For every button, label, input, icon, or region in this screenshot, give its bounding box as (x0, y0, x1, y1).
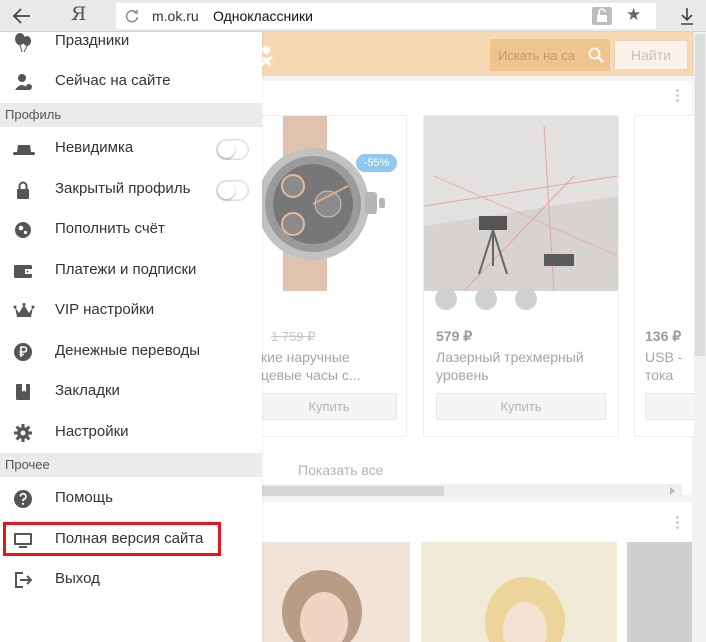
search-icon[interactable] (588, 47, 604, 63)
laser-level-image[interactable] (424, 116, 618, 291)
lock-icon[interactable] (592, 7, 612, 25)
ok-header: Искать на са Найти (262, 32, 706, 76)
reload-icon[interactable] (124, 8, 140, 24)
address-bar[interactable]: m.ok.ru Одноклассники ★ (116, 3, 656, 29)
more-options-icon[interactable] (676, 89, 680, 103)
menu-item-vip[interactable]: VIP настройки (0, 291, 262, 331)
section-header-profile: Профиль (0, 103, 262, 127)
menu-item-label: Пополнить счёт (55, 220, 165, 237)
menu-item-money-transfers[interactable]: Денежные переводы (0, 332, 262, 372)
yandex-logo[interactable]: Я (71, 3, 86, 25)
gear-icon (13, 423, 33, 443)
menu-item-label: Закрытый профиль (55, 180, 191, 197)
product-name-line2[interactable]: тока (645, 366, 673, 384)
menu-item-label: Праздники (55, 32, 130, 49)
menu-item-bookmarks[interactable]: Закладки (0, 372, 262, 412)
carousel-dot[interactable] (475, 288, 497, 310)
private-profile-toggle[interactable] (216, 180, 249, 201)
wallet-icon (13, 261, 33, 281)
products-panel: -55% ₽ 1 759 ₽ кие наручные цевые часы с… (262, 81, 705, 496)
menu-item-holidays[interactable]: Праздники (0, 32, 262, 62)
menu-item-label: Сейчас на сайте (55, 72, 171, 89)
coin-icon (13, 220, 33, 240)
bookmark-star-icon[interactable]: ★ (626, 5, 641, 25)
menu-item-label: VIP настройки (55, 301, 155, 318)
photo-thumbnail[interactable] (262, 542, 410, 642)
browser-toolbar: Я m.ok.ru Одноклассники ★ (0, 0, 706, 32)
product-price: 579 ₽ (436, 328, 473, 344)
show-all-link[interactable]: Показать все (262, 460, 692, 490)
side-menu: Праздники Сейчас на сайте Профиль Невиди… (0, 32, 262, 642)
back-arrow-icon[interactable] (8, 4, 36, 28)
crown-icon (13, 301, 35, 321)
menu-item-logout[interactable]: Выход (0, 560, 262, 600)
ok-logo-icon[interactable] (262, 44, 278, 66)
product-name-line2[interactable]: цевые часы с... (262, 366, 361, 384)
product-name-line2[interactable]: уровень (436, 366, 489, 384)
photo-thumbnail[interactable] (421, 542, 617, 642)
product-card[interactable]: 579 ₽ Лазерный трехмерный уровень Купить (423, 115, 619, 437)
menu-item-label: Невидимка (55, 139, 134, 156)
search-input[interactable]: Искать на са (490, 39, 610, 71)
product-name-line1[interactable]: Лазерный трехмерный (436, 348, 584, 366)
product-name-line1[interactable]: кие наручные (262, 348, 350, 366)
ruble-icon (13, 342, 33, 362)
buy-button[interactable]: Купить (436, 393, 606, 420)
section-header-other: Прочее (0, 453, 262, 477)
product-name-line1[interactable]: USB - (645, 348, 682, 366)
carousel-dot[interactable] (435, 288, 457, 310)
lock-icon (13, 180, 33, 200)
menu-item-payments[interactable]: Платежи и подписки (0, 251, 262, 291)
menu-item-label: Денежные переводы (55, 342, 201, 359)
menu-item-online-now[interactable]: Сейчас на сайте (0, 62, 262, 102)
menu-item-label: Платежи и подписки (55, 261, 197, 278)
logout-icon (13, 570, 33, 590)
address-page-title: Одноклассники (213, 8, 314, 24)
menu-item-label: Настройки (55, 423, 129, 440)
menu-item-label: Закладки (55, 382, 120, 399)
watch-image[interactable] (262, 116, 406, 291)
photo-thumbnail[interactable] (627, 542, 692, 642)
balloons-icon (13, 32, 33, 53)
menu-item-private-profile[interactable]: Закрытый профиль (0, 170, 262, 210)
product-price: 136 ₽ (645, 328, 682, 344)
bookmark-icon (13, 382, 33, 402)
product-card[interactable]: -55% ₽ 1 759 ₽ кие наручные цевые часы с… (262, 115, 407, 437)
help-icon (13, 489, 33, 509)
scrollbar-thumb[interactable] (695, 34, 705, 356)
highlight-frame (3, 522, 221, 556)
menu-item-label: Помощь (55, 489, 113, 506)
photos-panel (262, 502, 692, 642)
search-button[interactable]: Найти (614, 40, 688, 70)
product-old-price: 1 759 ₽ (271, 329, 316, 344)
address-domain: m.ok.ru (152, 8, 199, 24)
invisible-toggle[interactable] (216, 139, 249, 160)
vertical-scrollbar[interactable] (694, 32, 706, 642)
discount-badge: -55% (356, 154, 397, 172)
menu-item-invisible[interactable]: Невидимка (0, 129, 262, 169)
menu-item-help[interactable]: Помощь (0, 479, 262, 519)
buy-button[interactable]: Купить (262, 393, 397, 420)
hat-icon (13, 139, 35, 159)
more-options-icon[interactable] (676, 516, 680, 530)
page-overlay-content: Искать на са Найти -55% 1 759 ₽ кие нару… (262, 32, 706, 642)
search-placeholder: Искать на са (498, 48, 575, 63)
download-icon[interactable] (676, 5, 698, 27)
user-online-icon (13, 72, 33, 92)
carousel-dot[interactable] (515, 288, 537, 310)
menu-item-settings[interactable]: Настройки (0, 413, 262, 453)
menu-item-label: Выход (55, 570, 100, 587)
menu-item-top-up[interactable]: Пополнить счёт (0, 210, 262, 250)
